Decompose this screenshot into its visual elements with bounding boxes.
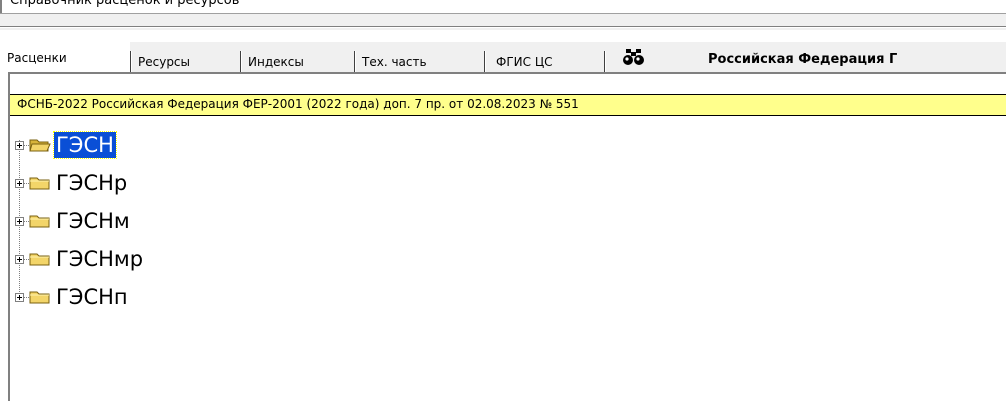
top-area: Справочник расценок и ресурсов — [0, 0, 1006, 30]
top-separator — [0, 13, 1006, 14]
tree-node-gesnmr[interactable]: ГЭСНмр — [54, 246, 145, 272]
normative-base-text: ФСНБ-2022 Российская Федерация ФЕР-2001 … — [17, 97, 579, 111]
normative-base-bar: ФСНБ-2022 Российская Федерация ФЕР-2001 … — [10, 94, 1006, 116]
expand-icon[interactable] — [15, 179, 24, 188]
top-text-panel[interactable]: Справочник расценок и ресурсов — [0, 0, 1006, 13]
top-panel-text: Справочник расценок и ресурсов — [10, 0, 240, 8]
tab-divider-light — [131, 51, 132, 72]
tab-rates[interactable]: Расценки — [0, 42, 130, 72]
tab-fgis-cs[interactable]: ФГИС ЦС — [496, 52, 553, 72]
folder-icon — [29, 215, 50, 228]
folder-icon — [29, 177, 50, 190]
expand-icon[interactable] — [15, 217, 24, 226]
binoculars-icon[interactable] — [622, 48, 646, 66]
tab-resources-label: Ресурсы — [138, 55, 191, 69]
tab-tech-part-label: Тех. часть — [362, 55, 427, 69]
expand-icon[interactable] — [15, 293, 24, 302]
tab-divider-light — [485, 51, 486, 72]
splitter-highlight — [0, 27, 1006, 28]
tree-node-gesn[interactable]: ГЭСН — [53, 131, 117, 159]
expand-icon[interactable] — [15, 255, 24, 264]
expand-icon[interactable] — [15, 141, 24, 150]
tree-node-gesnr[interactable]: ГЭСНр — [54, 170, 129, 196]
tab-resources[interactable]: Ресурсы — [138, 52, 190, 72]
tab-divider-light — [355, 51, 356, 72]
tab-divider-light — [605, 51, 606, 72]
tree-node-gesnm[interactable]: ГЭСНм — [54, 208, 132, 234]
tab-divider-light — [241, 51, 242, 72]
tab-indexes-label: Индексы — [248, 55, 304, 69]
tab-indexes[interactable]: Индексы — [248, 52, 304, 72]
tab-rates-label: Расценки — [7, 51, 67, 65]
region-title: Российская Федерация Г — [708, 52, 898, 67]
tree-node-gesnp[interactable]: ГЭСНп — [54, 284, 130, 310]
folder-open-icon — [29, 139, 51, 152]
folder-icon — [29, 291, 50, 304]
tab-tech-part[interactable]: Тех. часть — [362, 52, 427, 72]
rates-tree-panel[interactable]: ФСНБ-2022 Российская Федерация ФЕР-2001 … — [8, 72, 1006, 401]
folder-icon — [29, 253, 50, 266]
tab-fgis-cs-label: ФГИС ЦС — [496, 55, 553, 69]
